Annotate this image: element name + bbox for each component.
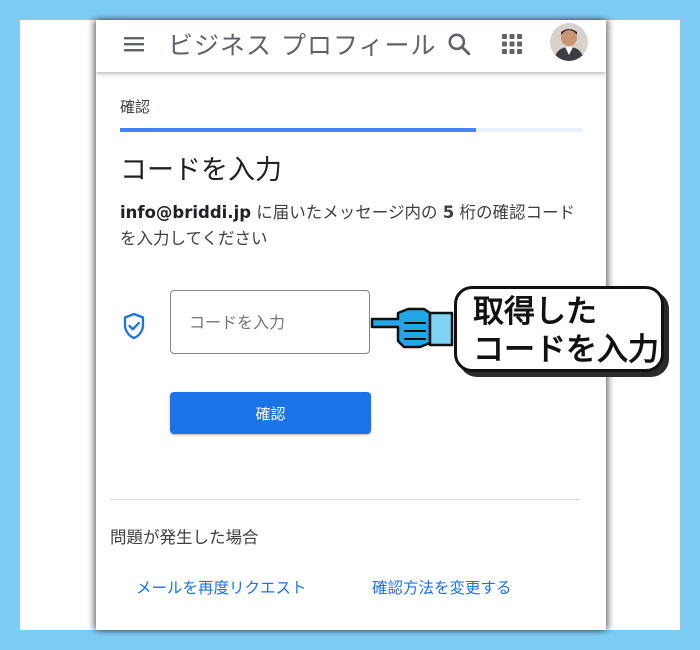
pointing-hand-icon — [370, 307, 454, 349]
step-label: 確認 — [120, 98, 151, 116]
callout-text: 取得した コードを入力 — [473, 293, 659, 369]
app-title: ビジネス プロフィール — [168, 31, 437, 60]
resend-email-link[interactable]: メールを再度リクエスト — [136, 576, 307, 598]
search-icon[interactable] — [446, 31, 472, 57]
callout-line-2: コードを入力 — [473, 332, 659, 368]
apps-icon[interactable] — [500, 32, 524, 56]
digit-count: 5 — [442, 203, 455, 222]
email-address: info@briddi.jp — [120, 203, 252, 222]
confirm-button[interactable]: 確認 — [170, 392, 371, 434]
callout-bubble: 取得した コードを入力 — [454, 286, 664, 372]
change-method-link[interactable]: 確認方法を変更する — [372, 576, 512, 598]
callout-line-1: 取得した — [473, 294, 597, 330]
help-heading: 問題が発生した場合 — [110, 528, 259, 547]
avatar[interactable] — [550, 23, 588, 61]
app-bar: ビジネス プロフィール — [96, 20, 606, 72]
code-input[interactable] — [170, 290, 370, 354]
description-text: info@briddi.jp に届いたメッセージ内の 5 桁の確認コードを入力し… — [120, 200, 590, 252]
page-title: コードを入力 — [120, 155, 282, 186]
progress-bar — [120, 128, 582, 132]
description-part-1: に届いたメッセージ内の — [251, 203, 443, 222]
divider — [110, 499, 580, 500]
shield-check-icon — [123, 312, 145, 340]
menu-icon[interactable] — [122, 32, 146, 56]
progress-fill — [120, 128, 476, 132]
